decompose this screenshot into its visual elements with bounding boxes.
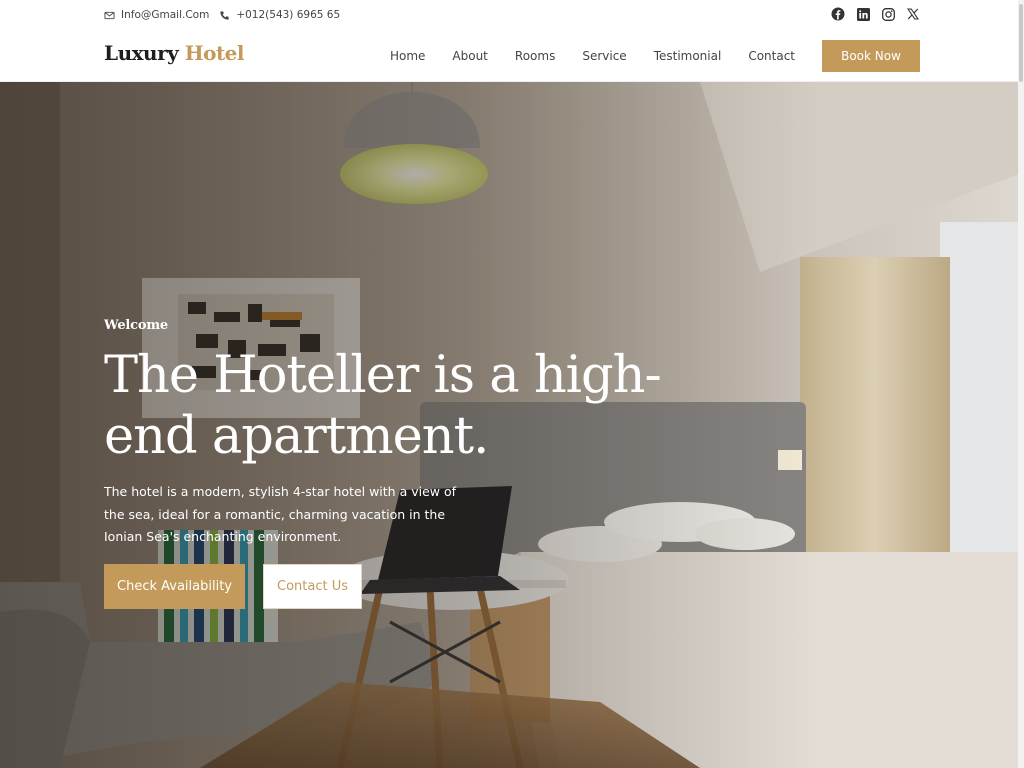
linkedin-icon[interactable] <box>856 7 870 21</box>
hero-content: Welcome The Hoteller is a high-end apart… <box>104 318 704 609</box>
nav-item-home[interactable]: Home <box>390 49 425 63</box>
nav-item-testimonial[interactable]: Testimonial <box>654 49 722 63</box>
phone-text: +012(543) 6965 65 <box>236 9 341 21</box>
facebook-icon[interactable] <box>831 7 845 21</box>
book-now-button[interactable]: Book Now <box>822 40 920 72</box>
check-availability-button[interactable]: Check Availability <box>104 563 245 609</box>
phone-icon <box>220 10 229 20</box>
scrollbar-thumb[interactable] <box>1019 4 1023 82</box>
brand-name: Luxury <box>104 41 179 65</box>
brand-accent: Hotel <box>184 41 245 65</box>
nav-item-about[interactable]: About <box>452 49 487 63</box>
instagram-icon[interactable] <box>881 7 895 21</box>
contact-info: Info@Gmail.Com +012(543) 6965 65 <box>104 9 340 21</box>
phone-contact[interactable]: +012(543) 6965 65 <box>219 9 340 21</box>
page-scrollbar[interactable] <box>1018 0 1024 768</box>
brand-logo[interactable]: Luxury Hotel <box>104 41 245 65</box>
hero-cta-row: Check Availability Contact Us <box>104 563 704 609</box>
hero-description: The hotel is a modern, stylish 4-star ho… <box>104 484 457 544</box>
nav-item-contact[interactable]: Contact <box>748 49 795 63</box>
hero-eyebrow: Welcome <box>104 318 168 333</box>
main-navbar: Luxury Hotel Home About Rooms Service Te… <box>0 32 1024 82</box>
email-contact[interactable]: Info@Gmail.Com <box>104 9 209 21</box>
social-links <box>831 7 920 21</box>
hero-headline: The Hoteller is a high-end apartment. <box>104 346 662 466</box>
nav-item-rooms[interactable]: Rooms <box>515 49 555 63</box>
hero-section: Welcome The Hoteller is a high-end apart… <box>0 82 1024 768</box>
email-text: Info@Gmail.Com <box>121 9 210 21</box>
contact-us-button[interactable]: Contact Us <box>263 563 362 609</box>
envelope-icon <box>104 11 115 19</box>
top-info-bar: Info@Gmail.Com +012(543) 6965 65 <box>0 0 1024 32</box>
x-twitter-icon[interactable] <box>906 7 920 21</box>
nav-menu: Home About Rooms Service Testimonial Con… <box>390 49 795 63</box>
nav-item-service[interactable]: Service <box>582 49 626 63</box>
